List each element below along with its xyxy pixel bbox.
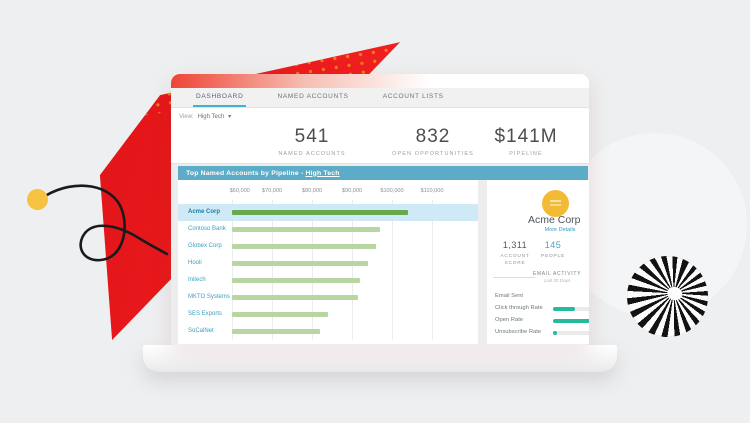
chart-bar[interactable]: [232, 261, 368, 266]
screen-top-gradient: [171, 74, 589, 88]
chart-row-acme-corp[interactable]: Acme Corp: [178, 204, 478, 221]
chevron-down-icon[interactable]: ▾: [228, 113, 231, 120]
chart-bar[interactable]: [232, 227, 380, 232]
email-metric-fill: [553, 307, 575, 311]
tab-named-accounts[interactable]: NAMED ACCOUNTS: [274, 88, 351, 107]
chart-row-globex-corp[interactable]: Globex Corp: [178, 238, 478, 255]
email-metric-label: Email Sent: [495, 293, 523, 299]
chart-row-ses-exports[interactable]: SES Exports: [178, 306, 478, 323]
email-metric-label: Click through Rate: [495, 305, 543, 311]
chart-row-hooli[interactable]: Hooli: [178, 255, 478, 272]
chart-row-label[interactable]: MKTO Systems: [188, 294, 230, 300]
x-axis-tick-label: $70,000: [262, 188, 282, 194]
chart-row-label[interactable]: Initech: [188, 277, 206, 283]
chart-row-label[interactable]: Acme Corp: [188, 209, 220, 215]
chart-row-mkto-systems[interactable]: MKTO Systems: [178, 289, 478, 306]
chart-row-label[interactable]: SoCalNet: [188, 328, 214, 334]
chart-row-contoso-bank[interactable]: Contoso Bank: [178, 221, 478, 238]
email-metric-track: [553, 331, 589, 335]
email-metric-row: Open Rate: [487, 316, 589, 326]
email-metric-row: Email Sent: [487, 292, 589, 302]
chart-row-label[interactable]: Contoso Bank: [188, 226, 226, 232]
chart-bar[interactable]: [232, 295, 358, 300]
chart-title: Top Named Accounts by Pipeline -: [186, 170, 303, 177]
panel-stat-label: OPEN OPPS: [584, 243, 589, 250]
x-axis-tick-label: $60,000: [230, 188, 250, 194]
chart-row-initech[interactable]: Initech: [178, 272, 478, 289]
chart-bar[interactable]: [232, 329, 320, 334]
email-metric-fill: [553, 319, 589, 323]
chart-bar[interactable]: [232, 312, 328, 317]
email-metric-label: Open Rate: [495, 317, 523, 323]
panel-stat-label: PEOPLE: [530, 253, 576, 260]
chart-row-label[interactable]: Hooli: [188, 260, 202, 266]
laptop-screen: DASHBOARD NAMED ACCOUNTS ACCOUNT LISTS Vie…: [171, 74, 589, 345]
tab-account-lists[interactable]: ACCOUNT LISTS: [380, 88, 447, 107]
chart-title-link[interactable]: High Tech: [305, 170, 339, 177]
x-axis-tick-label: $100,000: [380, 188, 403, 194]
chart-bar[interactable]: [232, 278, 360, 283]
account-avatar: [542, 190, 569, 217]
panel-stat: OPEN OPPS: [584, 240, 589, 250]
email-metric-track: [553, 319, 589, 323]
summary-stat: $141M PIPELINE: [494, 126, 557, 157]
panel-stat-value: 145: [530, 240, 576, 250]
dashboard-tab-bar: DASHBOARD NAMED ACCOUNTS ACCOUNT LISTS: [171, 88, 589, 108]
stat-label: OPEN OPPORTUNITIES: [392, 151, 474, 157]
email-metric-track: [553, 307, 589, 311]
stat-label: PIPELINE: [494, 151, 557, 157]
email-metric-label: Unsubscribe Rate: [495, 329, 541, 335]
email-metric-row: Click through Rate: [487, 304, 589, 314]
chart-row-label[interactable]: Globex Corp: [188, 243, 222, 249]
chart-row-socalnet[interactable]: SoCalNet: [178, 323, 478, 340]
view-value[interactable]: High Tech: [198, 114, 225, 120]
email-activity-subtitle: Last 30 Days: [527, 278, 587, 283]
chart-bar[interactable]: [232, 210, 408, 215]
email-metric-row: Unsubscribe Rate: [487, 328, 589, 338]
stat-value: 832: [392, 126, 474, 148]
laptop-base: [143, 345, 617, 372]
yellow-dot-decoration: [27, 189, 48, 210]
email-activity-title: EMAIL ACTIVITY: [527, 271, 587, 277]
x-axis-tick-label: $90,000: [342, 188, 362, 194]
summary-stat: 541 NAMED ACCOUNTS: [278, 126, 345, 157]
chart-bar[interactable]: [232, 244, 376, 249]
chart-row-label[interactable]: SES Exports: [188, 311, 222, 317]
stat-value: 541: [278, 126, 345, 148]
account-name: Acme Corp: [528, 214, 581, 226]
panel-stat: 145 PEOPLE: [530, 240, 576, 260]
account-detail-panel: Acme Corp More Details EMAIL ACTIVITY La…: [487, 180, 589, 344]
stat-label: NAMED ACCOUNTS: [278, 151, 345, 157]
view-selector-row: View: High Tech ▾: [171, 109, 589, 124]
x-axis-tick-label: $80,000: [302, 188, 322, 194]
hero-canvas: { "decor": { "red_triangle": "#ee1c1e", …: [0, 0, 750, 423]
email-metric-fill: [553, 331, 557, 335]
stat-value: $141M: [494, 126, 557, 148]
tab-dashboard[interactable]: DASHBOARD: [193, 88, 246, 107]
view-label: View:: [179, 114, 194, 120]
squiggle-line-decoration: [25, 170, 177, 270]
more-details-link[interactable]: More Details: [528, 227, 589, 233]
summary-stat: 832 OPEN OPPORTUNITIES: [392, 126, 474, 157]
pipeline-bar-chart: $60,000 $70,000 $80,000 $90,000 $100,000 $110…: [178, 180, 478, 344]
chart-header: Top Named Accounts by Pipeline - High Te…: [178, 166, 588, 180]
x-axis-tick-label: $110,000: [421, 188, 444, 194]
